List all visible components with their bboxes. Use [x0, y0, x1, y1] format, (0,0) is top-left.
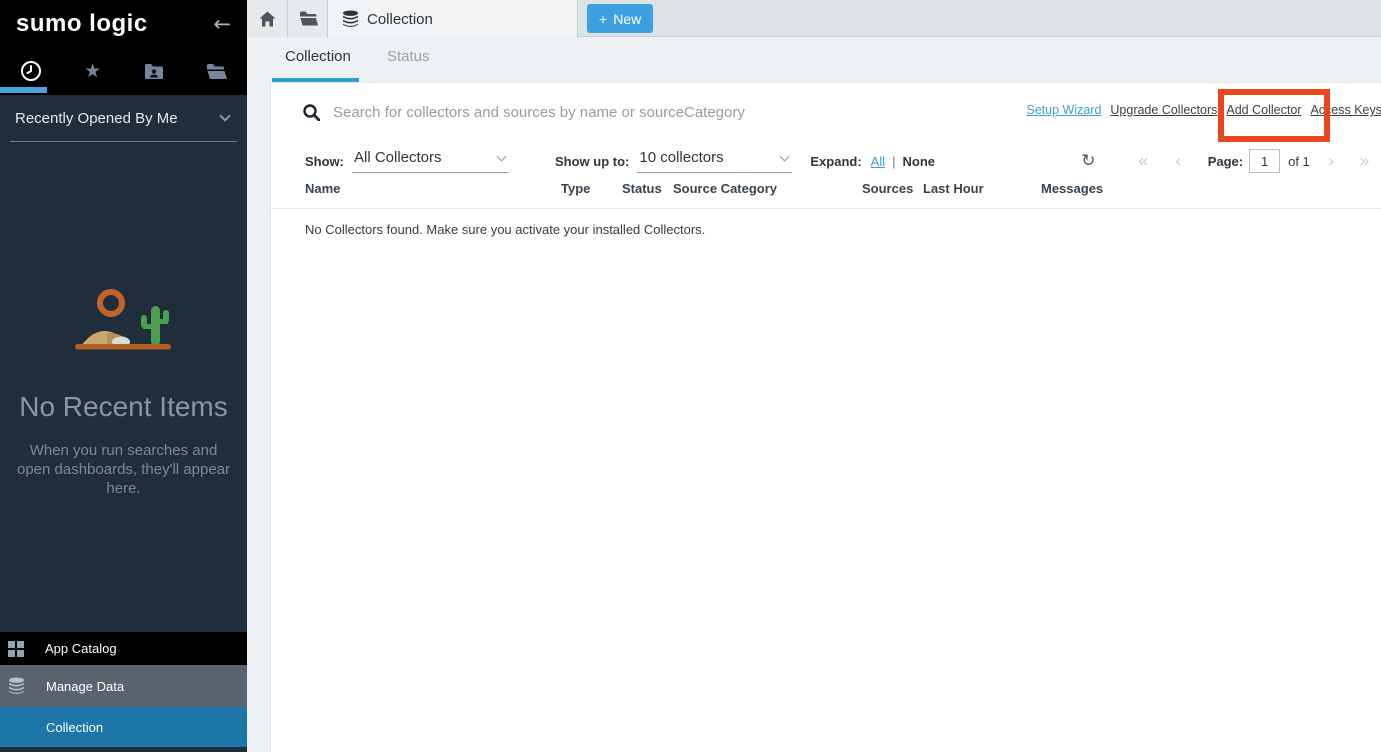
search-row: Setup Wizard Upgrade Collectors Add Coll…	[271, 83, 1381, 141]
chevron-down-icon	[497, 151, 507, 161]
tab-collection[interactable]: Collection	[327, 0, 578, 38]
action-links: Setup Wizard Upgrade Collectors Add Coll…	[1026, 103, 1381, 117]
sidebar-tab-favorites[interactable]: ★	[62, 47, 124, 95]
search-icon	[303, 104, 320, 121]
star-icon: ★	[84, 60, 101, 82]
app-catalog-label: App Catalog	[45, 641, 117, 656]
tab-strip: Collection + New	[247, 0, 1381, 37]
first-page-button[interactable]: «	[1137, 151, 1148, 172]
previous-page-button[interactable]: ‹	[1174, 151, 1181, 172]
page-number-input[interactable]	[1249, 149, 1280, 173]
last-page-button[interactable]: »	[1359, 151, 1370, 172]
collection-panel: Setup Wizard Upgrade Collectors Add Coll…	[270, 82, 1381, 752]
sumo-logic-logo: sumo logic	[16, 10, 148, 38]
column-header-name[interactable]: Name	[305, 181, 561, 208]
sidebar-item-manage-data[interactable]: Manage Data	[0, 665, 247, 707]
collapse-sidebar-arrow-icon[interactable]: ←	[213, 12, 231, 36]
new-button-label: New	[613, 11, 641, 27]
recent-scope-label: Recently Opened By Me	[15, 110, 178, 127]
sidebar-logo-bar: sumo logic ←	[0, 0, 247, 47]
subtab-collection[interactable]: Collection	[285, 48, 351, 65]
page-label: Page:	[1208, 154, 1243, 169]
sidebar: sumo logic ← ★	[0, 0, 247, 752]
show-up-to-label: Show up to:	[555, 154, 629, 169]
database-icon	[342, 10, 359, 28]
column-header-status[interactable]: Status	[622, 181, 673, 208]
main-area: Collection + New Collection Status Setup…	[247, 0, 1381, 752]
dropdown-underline	[10, 141, 237, 142]
setup-wizard-link[interactable]: Setup Wizard	[1026, 103, 1101, 117]
column-header-last-hour[interactable]: Last Hour	[923, 181, 1041, 208]
filter-toolbar: Show: All Collectors Show up to: 10 coll…	[271, 141, 1381, 181]
column-header-sources[interactable]: Sources	[862, 181, 923, 208]
expand-none-link[interactable]: None	[903, 154, 936, 169]
access-keys-link[interactable]: Access Keys	[1310, 103, 1381, 117]
empty-state-title: No Recent Items	[0, 391, 247, 423]
page-count-label: of 1	[1288, 154, 1310, 169]
open-folder-icon	[206, 63, 227, 80]
column-header-messages[interactable]: Messages	[1041, 181, 1381, 208]
search-input[interactable]	[333, 104, 763, 121]
no-collectors-message: No Collectors found. Make sure you activ…	[305, 222, 705, 237]
chevron-down-icon	[780, 151, 790, 161]
sidebar-item-app-catalog[interactable]: App Catalog	[0, 632, 247, 665]
filter-group: Show: All Collectors Show up to: 10 coll…	[305, 149, 935, 173]
folder-person-icon	[144, 63, 164, 80]
manage-data-label: Manage Data	[46, 679, 124, 694]
chevron-down-icon	[219, 110, 230, 121]
plus-icon: +	[599, 11, 607, 27]
database-icon	[8, 677, 25, 695]
show-label: Show:	[305, 154, 344, 169]
refresh-icon[interactable]: ↻	[1081, 151, 1095, 171]
show-up-to-dropdown-value: 10 collectors	[639, 149, 723, 166]
pagination-group: ↻ « ‹ Page: of 1 › »	[1081, 149, 1370, 173]
column-header-source-category[interactable]: Source Category	[673, 181, 862, 208]
show-dropdown[interactable]: All Collectors	[352, 149, 509, 173]
collection-label: Collection	[46, 720, 103, 735]
library-tab-button[interactable]	[288, 0, 329, 37]
sidebar-bottom-nav: App Catalog Manage Data Collection	[0, 632, 247, 747]
tab-collection-label: Collection	[367, 11, 433, 28]
expand-label: Expand:	[810, 154, 861, 169]
sidebar-tab-shared[interactable]	[124, 47, 186, 95]
divider: |	[892, 154, 895, 169]
clock-icon	[20, 60, 42, 82]
add-collector-link[interactable]: Add Collector	[1226, 103, 1301, 117]
home-tab-button[interactable]	[247, 0, 288, 37]
expand-all-link[interactable]: All	[871, 154, 885, 169]
sidebar-tab-recent[interactable]	[0, 47, 62, 95]
desert-illustration	[0, 288, 247, 369]
subtab-status[interactable]: Status	[387, 48, 430, 65]
home-icon	[259, 11, 276, 27]
app-grid-icon	[8, 641, 24, 657]
recent-scope-dropdown[interactable]: Recently Opened By Me	[0, 95, 247, 141]
subtab-bar: Collection Status	[247, 38, 1381, 82]
app-window: sumo logic ← ★	[0, 0, 1381, 752]
folder-icon	[299, 11, 318, 26]
recent-empty-state: No Recent Items When you run searches an…	[0, 288, 247, 498]
sidebar-item-collection[interactable]: Collection	[0, 707, 247, 747]
empty-state-description: When you run searches and open dashboard…	[12, 441, 236, 498]
next-page-button[interactable]: ›	[1328, 151, 1335, 172]
sidebar-icon-tabs: ★	[0, 47, 247, 95]
upgrade-collectors-link[interactable]: Upgrade Collectors	[1110, 103, 1217, 117]
show-up-to-dropdown[interactable]: 10 collectors	[637, 149, 792, 173]
sidebar-tab-library[interactable]	[185, 47, 247, 95]
show-dropdown-value: All Collectors	[354, 149, 442, 166]
new-button[interactable]: + New	[587, 4, 653, 33]
active-tab-indicator	[0, 87, 47, 93]
column-header-type[interactable]: Type	[561, 181, 622, 208]
table-header-row: Name Type Status Source Category Sources…	[271, 181, 1381, 209]
